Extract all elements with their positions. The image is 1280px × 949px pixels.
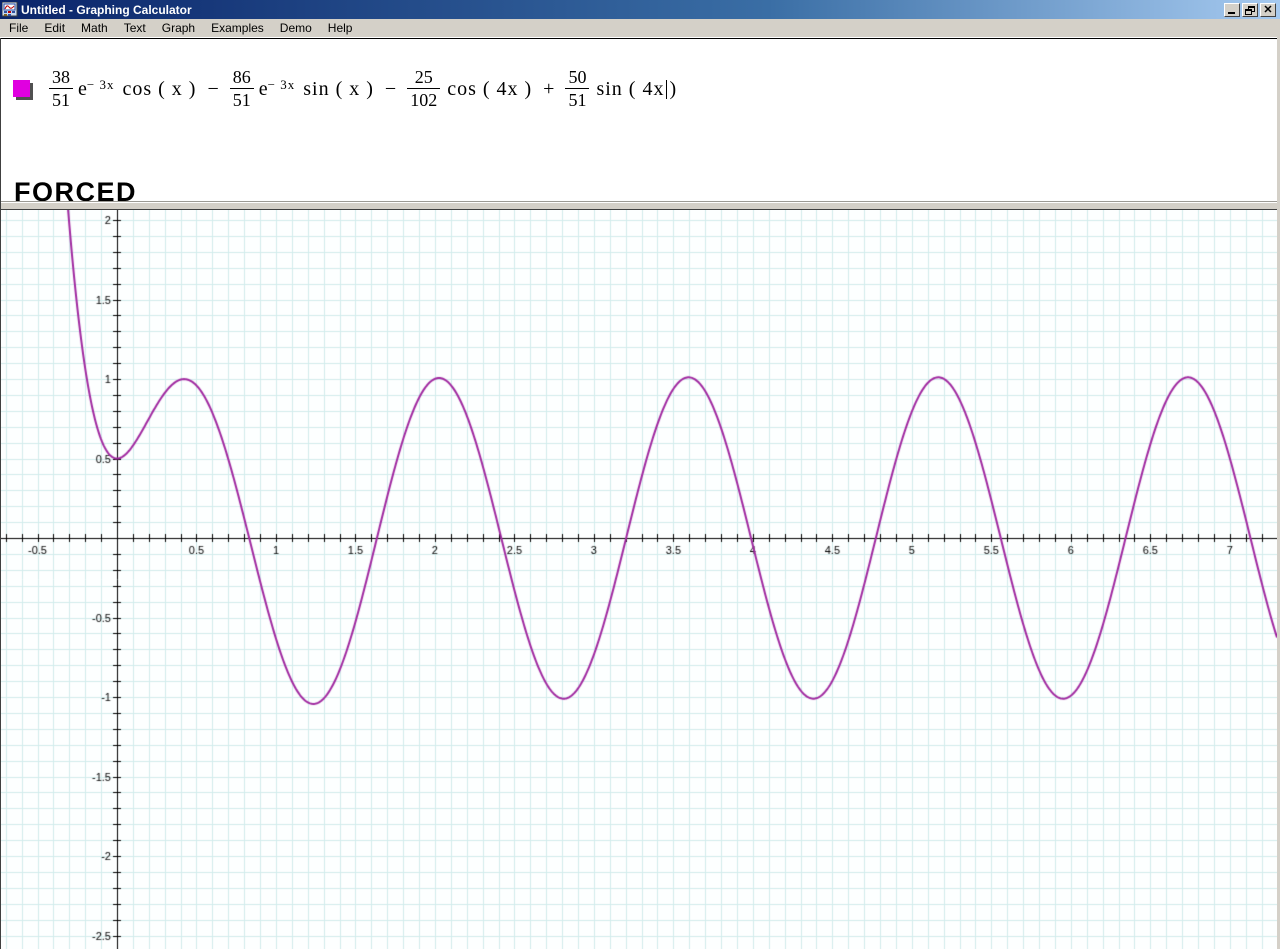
menu-math[interactable]: Math	[73, 19, 116, 38]
equation-text: )	[669, 77, 678, 100]
text-caret	[666, 79, 668, 99]
menu-file[interactable]: File	[1, 19, 36, 38]
restore-button[interactable]	[1242, 2, 1258, 17]
pane-splitter[interactable]	[1, 201, 1277, 210]
app-window: Untitled - Graphing Calculator ✕ File Ed…	[0, 0, 1280, 949]
operator: +	[543, 77, 555, 100]
graph-pane	[1, 210, 1277, 949]
menu-help[interactable]: Help	[320, 19, 361, 38]
close-icon: ✕	[1263, 3, 1273, 16]
fraction: 86 51	[229, 67, 254, 110]
menu-edit[interactable]: Edit	[36, 19, 73, 38]
minimize-button[interactable]	[1224, 2, 1240, 17]
menu-demo[interactable]: Demo	[272, 19, 320, 38]
exp-term: e− 3x	[78, 77, 115, 100]
fraction: 38 51	[49, 67, 73, 110]
equation-text: cos ( 4x )	[447, 77, 533, 100]
window-title: Untitled - Graphing Calculator	[21, 2, 192, 17]
fraction: 50 51	[565, 67, 590, 110]
equation-text: sin ( 4x	[596, 77, 665, 100]
annotation-forced[interactable]: FORCED	[14, 177, 137, 201]
titlebar[interactable]: Untitled - Graphing Calculator ✕	[0, 0, 1280, 19]
window-controls: ✕	[1224, 2, 1278, 17]
operator: −	[384, 77, 397, 100]
menubar: File Edit Math Text Graph Examples Demo …	[0, 19, 1280, 38]
app-icon	[2, 2, 18, 17]
minimize-icon	[1228, 11, 1235, 14]
menu-graph[interactable]: Graph	[154, 19, 203, 38]
close-button[interactable]: ✕	[1260, 2, 1276, 17]
curve-color-swatch[interactable]	[13, 80, 30, 97]
menu-examples[interactable]: Examples	[203, 19, 272, 38]
equation-text: cos ( x )	[122, 77, 197, 100]
operator: −	[207, 77, 219, 100]
equation-expression[interactable]: 38 51 e− 3x cos ( x ) −86 51 e− 3x sin ( x ) −25…	[47, 57, 679, 121]
menu-text[interactable]: Text	[116, 19, 154, 38]
equation-text: sin ( x )	[303, 77, 374, 100]
graph-canvas[interactable]	[1, 210, 1277, 949]
fraction: 25 102	[407, 67, 441, 110]
window-body: 38 51 e− 3x cos ( x ) −86 51 e− 3x sin ( x ) −25…	[1, 38, 1277, 949]
equation-panel[interactable]: 38 51 e− 3x cos ( x ) −86 51 e− 3x sin ( x ) −25…	[1, 38, 1277, 201]
exp-term: e− 3x	[258, 77, 296, 100]
